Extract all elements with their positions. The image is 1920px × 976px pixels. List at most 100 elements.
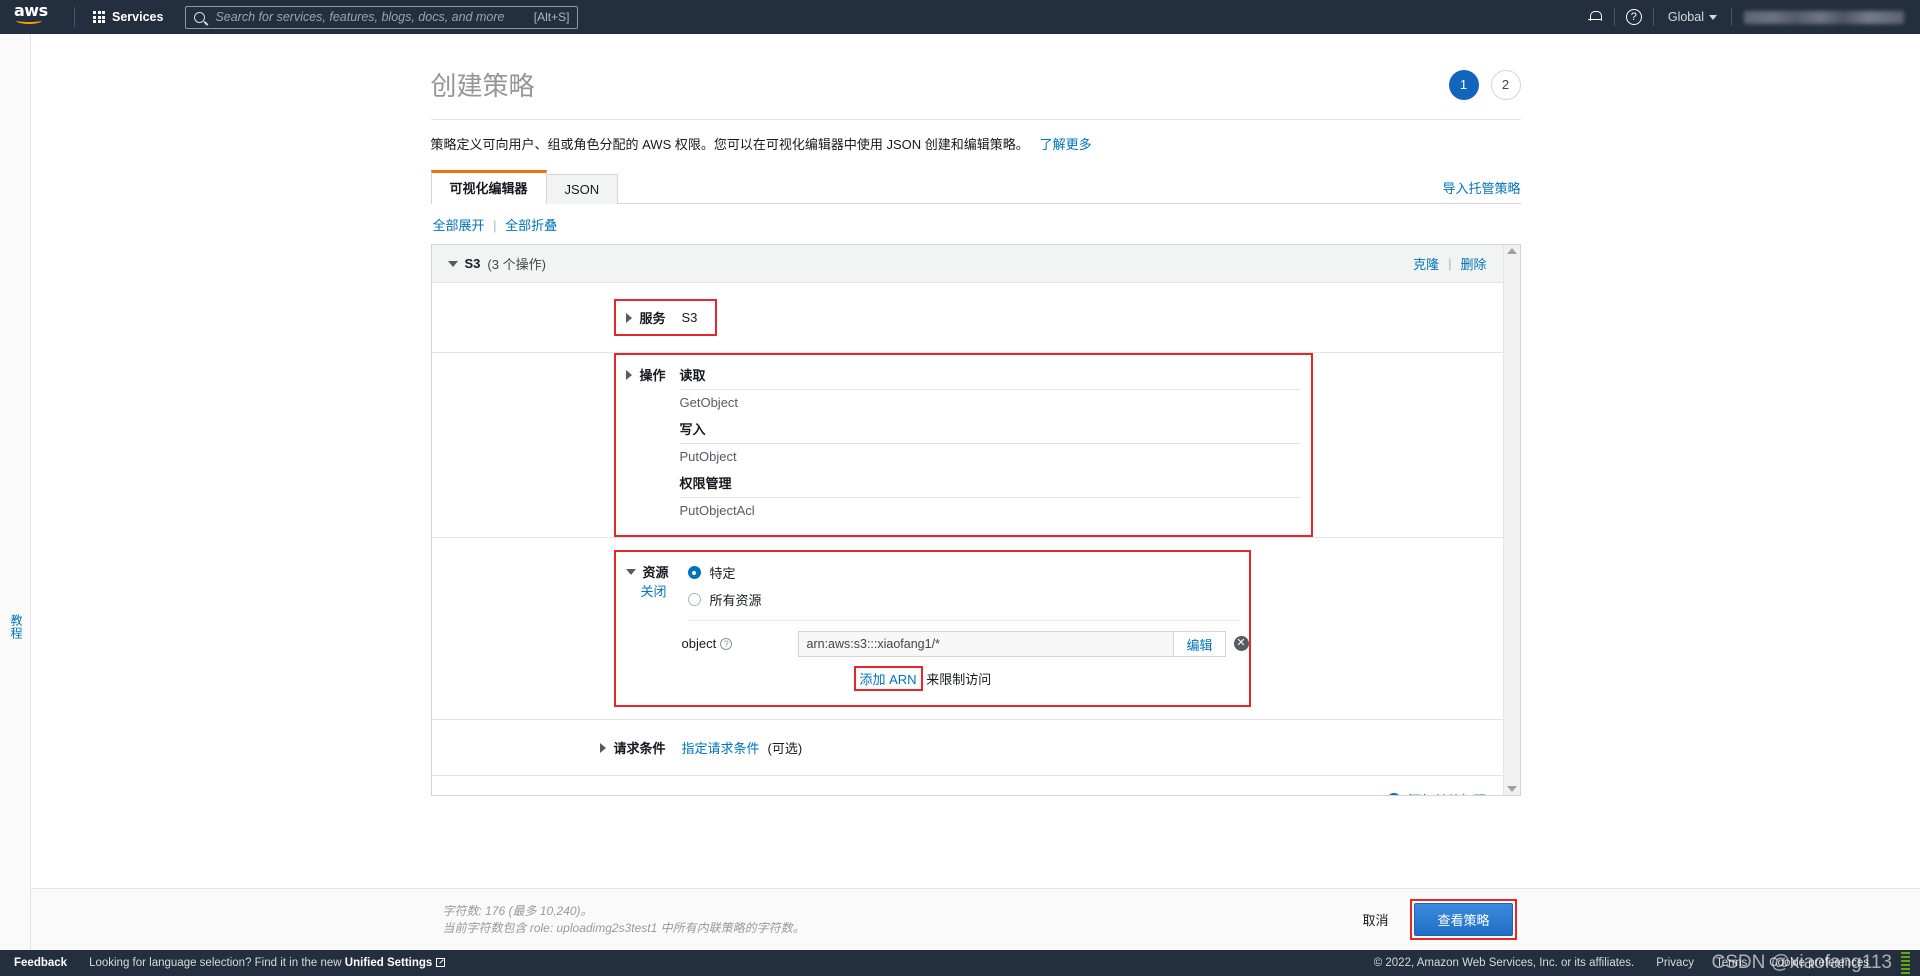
left-rail: 教程 <box>0 34 31 950</box>
cancel-button[interactable]: 取消 <box>1354 905 1396 934</box>
unified-settings-link[interactable]: Unified Settings <box>345 957 433 969</box>
policy-editor-panel: S3 (3 个操作) 克隆 | 删除 服务 S3 操作 读取 GetObject… <box>430 244 1521 796</box>
region-selector[interactable]: Global <box>1654 0 1731 34</box>
radio-specific-label: 特定 <box>709 566 736 581</box>
tab-visual-editor[interactable]: 可视化编辑器 <box>430 170 547 204</box>
clone-statement-link[interactable]: 克隆 <box>1413 254 1439 273</box>
aws-logo[interactable]: aws <box>14 1 56 30</box>
arn-edit-button[interactable]: 编辑 <box>1173 632 1225 656</box>
actions-indent-spacer <box>432 353 614 537</box>
add-arn-highlight: 添加 ARN <box>853 666 923 691</box>
bell-icon <box>1587 10 1602 24</box>
delete-statement-link[interactable]: 删除 <box>1460 254 1486 273</box>
services-menu-label: Services <box>112 10 164 24</box>
add-arn-link[interactable]: 添加 ARN <box>860 672 917 687</box>
collapse-all-link[interactable]: 全部折叠 <box>505 218 557 233</box>
action-item-getobject: GetObject <box>679 395 739 410</box>
service-block: 服务 S3 <box>431 283 1503 353</box>
service-selector[interactable]: 服务 S3 <box>613 299 718 336</box>
expand-all-link[interactable]: 全部展开 <box>433 218 485 233</box>
top-navigation-bar: aws Services [Alt+S] ? Global <box>0 0 1920 34</box>
request-conditions-block: 请求条件 指定请求条件 (可选) <box>431 720 1503 776</box>
plus-circle-icon: + <box>1387 792 1402 795</box>
scroll-up-arrow-icon[interactable] <box>1506 248 1517 254</box>
resources-close-link[interactable]: 关闭 <box>626 584 667 599</box>
chevron-right-icon[interactable] <box>625 312 632 323</box>
main-content: 创建策略 1 2 策略定义可向用户、组或角色分配的 AWS 权限。您可以在可视化… <box>31 34 1920 950</box>
search-input[interactable] <box>213 9 534 25</box>
learn-more-link[interactable]: 了解更多 <box>1040 137 1092 152</box>
left-rail-vertical-link[interactable]: 教程 <box>8 614 25 640</box>
search-icon <box>194 11 206 23</box>
feedback-link[interactable]: Feedback <box>14 957 67 969</box>
services-menu-button[interactable]: Services <box>85 5 171 29</box>
resources-label-col: 资源 关闭 <box>625 562 688 609</box>
resources-block: 资源 关闭 特定 所有资源 object ? arn:aws:s3:::xiao… <box>431 550 1503 720</box>
radio-specific-input[interactable] <box>687 566 701 579</box>
specify-request-conditions-link[interactable]: 指定请求条件 <box>682 738 760 757</box>
actions-list: 读取 GetObject 写入 PutObject 权限管理 PutObject… <box>679 363 1301 525</box>
account-menu-button[interactable] <box>1744 10 1904 24</box>
action-item-putobject: PutObject <box>679 449 737 464</box>
review-policy-highlight: 查看策略 <box>1410 899 1517 940</box>
add-permission-row[interactable]: + 添加其他权限 <box>432 776 1503 795</box>
radio-all-resources[interactable]: 所有资源 <box>687 590 762 609</box>
add-arn-suffix: 来限制访问 <box>926 672 992 687</box>
statement-service-name: S3 <box>464 256 481 271</box>
chevron-down-icon[interactable] <box>625 568 636 575</box>
content-inner: 创建策略 1 2 策略定义可向用户、组或角色分配的 AWS 权限。您可以在可视化… <box>430 34 1521 796</box>
character-count-line2: 当前字符数包含 role: uploadimg2s3test1 中所有内联策略的… <box>442 920 805 935</box>
resources-radio-group: 特定 所有资源 <box>687 562 762 609</box>
radio-all-resources-input[interactable] <box>687 593 701 606</box>
resources-title[interactable]: 资源 <box>625 562 688 581</box>
statement-action-count: (3 个操作) <box>487 257 546 272</box>
nav-divider <box>1731 8 1732 26</box>
statement-actions-separator: | <box>1448 256 1452 271</box>
radio-specific[interactable]: 特定 <box>687 563 762 582</box>
request-conditions-label: 请求条件 <box>613 741 666 756</box>
remove-circle-icon[interactable]: ✕ <box>1233 636 1249 651</box>
step-1[interactable]: 1 <box>1448 69 1479 100</box>
help-button[interactable]: ? <box>1615 0 1653 34</box>
chevron-down-icon <box>1709 14 1717 20</box>
question-circle-icon: ? <box>1625 9 1642 25</box>
terms-link[interactable]: Terms <box>1716 957 1747 969</box>
aws-logo-wordmark: aws <box>14 1 48 20</box>
tab-json[interactable]: JSON <box>545 174 619 204</box>
language-settings-notice: Looking for language selection? Find it … <box>89 957 446 969</box>
action-group-read: 读取 <box>679 368 706 383</box>
notifications-button[interactable] <box>1576 0 1614 34</box>
character-count-line1: 字符数: 176 (最多 10,240)。 <box>442 903 593 918</box>
statement-header-actions: 克隆 | 删除 <box>1413 254 1486 273</box>
review-policy-button[interactable]: 查看策略 <box>1414 903 1513 936</box>
statement-header[interactable]: S3 (3 个操作) 克隆 | 删除 <box>431 245 1503 283</box>
import-managed-policy-link[interactable]: 导入托管策略 <box>1442 178 1520 203</box>
status-bar-scroll-indicator <box>1901 952 1910 974</box>
privacy-link[interactable]: Privacy <box>1656 957 1694 969</box>
global-search-bar[interactable]: [Alt+S] <box>185 5 579 29</box>
arn-input[interactable] <box>798 632 1174 656</box>
chevron-down-icon[interactable] <box>447 260 458 267</box>
actions-selector[interactable]: 操作 读取 GetObject 写入 PutObject 权限管理 PutObj… <box>613 353 1313 537</box>
arn-input-wrapper[interactable]: 编辑 <box>797 631 1226 657</box>
service-value: S3 <box>681 310 698 325</box>
chevron-right-icon[interactable] <box>599 742 606 753</box>
region-label: Global <box>1667 10 1704 24</box>
question-circle-icon[interactable]: ? <box>720 637 733 650</box>
request-conditions-optional: (可选) <box>767 741 803 756</box>
bottom-status-bar: Feedback Looking for language selection?… <box>0 950 1920 976</box>
add-additional-permissions-link[interactable]: 添加其他权限 <box>1408 790 1486 795</box>
nav-divider <box>74 7 75 27</box>
request-conditions-row: 请求条件 指定请求条件 (可选) <box>432 720 1503 775</box>
cookie-preferences-link[interactable]: Cookie preferences <box>1769 957 1869 969</box>
policy-editor-scroll-region: S3 (3 个操作) 克隆 | 删除 服务 S3 操作 读取 GetObject… <box>431 245 1503 795</box>
resources-head: 资源 关闭 特定 所有资源 <box>625 562 1249 609</box>
editor-scrollbar[interactable] <box>1502 245 1520 795</box>
page-header: 创建策略 1 2 <box>431 54 1521 119</box>
scroll-down-arrow-icon[interactable] <box>1506 786 1517 792</box>
step-2[interactable]: 2 <box>1490 69 1521 100</box>
page-description: 策略定义可向用户、组或角色分配的 AWS 权限。您可以在可视化编辑器中使用 JS… <box>431 120 1521 169</box>
object-resource-row: object ? 编辑 ✕ <box>626 631 1249 657</box>
service-label: 服务 <box>639 311 666 326</box>
chevron-right-icon[interactable] <box>625 369 632 380</box>
